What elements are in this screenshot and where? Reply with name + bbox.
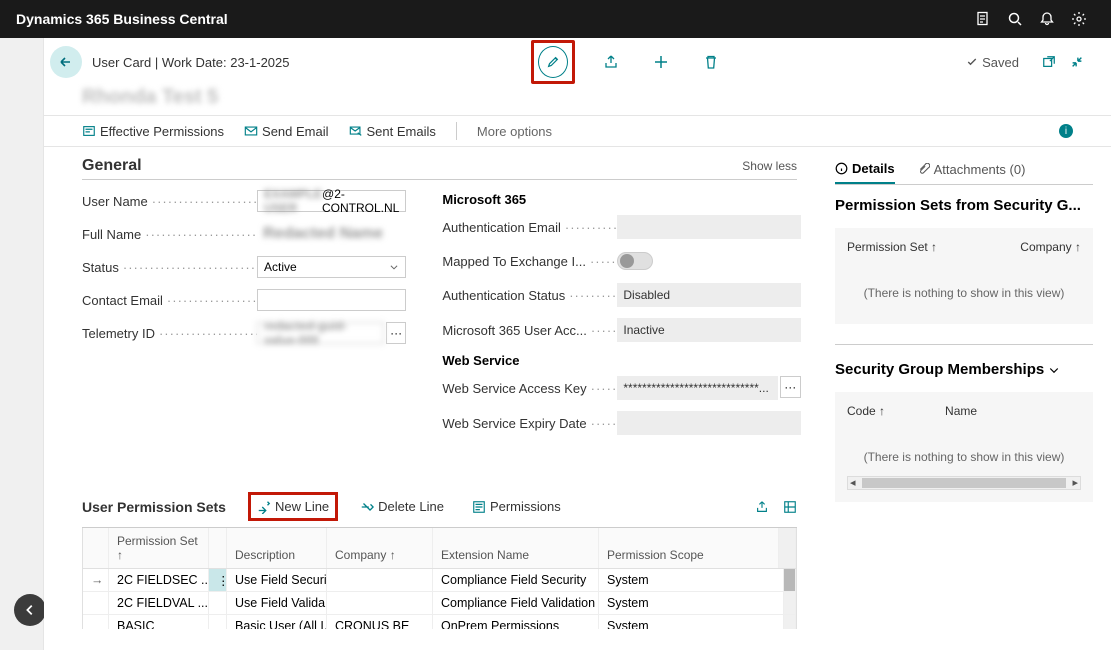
- col-scope[interactable]: Permission Scope: [599, 528, 779, 568]
- auth-email-field: [617, 215, 800, 239]
- saved-indicator: Saved: [966, 55, 1019, 70]
- col-description[interactable]: Description: [227, 528, 327, 568]
- mail-icon: [244, 124, 258, 138]
- send-email-button[interactable]: Send Email: [244, 124, 328, 139]
- sg-memberships-title[interactable]: Security Group Memberships: [835, 361, 1093, 378]
- share-grid-icon[interactable]: [755, 500, 769, 514]
- table-row[interactable]: →2C FIELDSEC ...⋮Use Field SecurityCompl…: [83, 569, 796, 592]
- collapse-icon[interactable]: [1063, 48, 1091, 76]
- perm-sg-empty: (There is nothing to show in this view): [847, 278, 1081, 312]
- more-options-button[interactable]: More options: [477, 124, 552, 139]
- telemetry-ellipsis-button[interactable]: ···: [386, 322, 406, 344]
- popout-icon[interactable]: [1035, 48, 1063, 76]
- general-title: General: [82, 157, 142, 175]
- company-col[interactable]: Company ↑: [1020, 240, 1081, 254]
- effective-permissions-button[interactable]: Effective Permissions: [82, 124, 224, 139]
- factbox-pane: Details Attachments (0) Permission Sets …: [825, 147, 1111, 629]
- perm-set-col[interactable]: Permission Set ↑: [847, 240, 937, 254]
- back-button[interactable]: [50, 46, 82, 78]
- mapped-label: Mapped To Exchange I...: [442, 254, 617, 269]
- delete-icon[interactable]: [697, 48, 725, 76]
- share-icon[interactable]: [597, 48, 625, 76]
- auth-status-label: Authentication Status: [442, 288, 617, 303]
- status-label: Status: [82, 260, 257, 275]
- col-extension[interactable]: Extension Name: [433, 528, 599, 568]
- delete-line-icon: [360, 500, 374, 514]
- ws-key-value: *****************************...: [617, 376, 777, 400]
- record-title: Rhonda Test 5: [44, 86, 1111, 115]
- page-header: User Card | Work Date: 23-1-2025 Saved: [44, 38, 1111, 86]
- action-bar: Effective Permissions Send Email Sent Em…: [44, 115, 1111, 147]
- sent-emails-button[interactable]: Sent Emails: [349, 124, 436, 139]
- ws-key-ellipsis-button[interactable]: ···: [780, 376, 801, 398]
- full-name-value: Redacted Name: [257, 225, 406, 243]
- new-line-icon: [257, 500, 271, 514]
- tab-attachments[interactable]: Attachments (0): [917, 157, 1026, 184]
- perm-from-sg-title: Permission Sets from Security G...: [835, 197, 1093, 214]
- mapped-toggle[interactable]: [617, 252, 653, 270]
- full-name-label: Full Name: [82, 227, 257, 242]
- ws-heading: Web Service: [442, 353, 800, 368]
- edit-button[interactable]: [538, 46, 568, 78]
- gear-icon[interactable]: [1063, 3, 1095, 35]
- bell-icon[interactable]: [1031, 3, 1063, 35]
- table-row[interactable]: 2C FIELDVAL ...Use Field Valida...Compli…: [83, 592, 796, 615]
- auth-status-value: Disabled: [617, 283, 800, 307]
- info-icon[interactable]: i: [1059, 124, 1073, 138]
- sg-memberships-box: Code ↑ Name (There is nothing to show in…: [835, 392, 1093, 502]
- edit-button-highlight: [531, 40, 575, 84]
- col-permission-set[interactable]: Permission Set ↑: [109, 528, 209, 568]
- ws-expiry-label: Web Service Expiry Date: [442, 416, 617, 431]
- search-icon[interactable]: [999, 3, 1031, 35]
- breadcrumb: User Card | Work Date: 23-1-2025: [92, 55, 290, 70]
- sent-mail-icon: [349, 124, 363, 138]
- perm-from-sg-box: Permission Set ↑ Company ↑ (There is not…: [835, 228, 1093, 324]
- ws-key-label: Web Service Access Key: [442, 381, 617, 396]
- auth-email-label: Authentication Email: [442, 220, 617, 235]
- telemetry-id-field[interactable]: redacted-guid-value-000: [257, 322, 384, 344]
- nav-rail: [0, 38, 44, 650]
- user-permission-sets-section: User Permission Sets New Line Delete Lin…: [82, 492, 797, 629]
- perm-title: User Permission Sets: [82, 499, 226, 515]
- user-name-label: User Name: [82, 194, 257, 209]
- telemetry-id-label: Telemetry ID: [82, 326, 257, 341]
- user-name-field[interactable]: EXAMPLE USER@2-CONTROL.NL: [257, 190, 406, 212]
- permission-grid: Permission Set ↑ Description Company ↑ E…: [82, 528, 797, 629]
- sg-empty: (There is nothing to show in this view): [847, 442, 1081, 476]
- tab-details[interactable]: Details: [835, 157, 895, 184]
- status-select[interactable]: Active: [257, 256, 406, 278]
- m365-heading: Microsoft 365: [442, 192, 800, 207]
- col-company[interactable]: Company ↑: [327, 528, 433, 568]
- expand-grid-icon[interactable]: [783, 500, 797, 514]
- show-less-button[interactable]: Show less: [742, 159, 797, 173]
- sg-name-col[interactable]: Name: [945, 404, 977, 418]
- app-title: Dynamics 365 Business Central: [16, 11, 228, 27]
- m365-user-label: Microsoft 365 User Acc...: [442, 323, 617, 338]
- contact-email-label: Contact Email: [82, 293, 257, 308]
- m365-user-value: Inactive: [617, 318, 800, 342]
- new-line-button[interactable]: New Line: [275, 499, 329, 514]
- sg-code-col[interactable]: Code ↑: [847, 404, 885, 418]
- add-icon[interactable]: [647, 48, 675, 76]
- main-panel: General Show less User Name EXAMPLE USER…: [44, 147, 825, 629]
- nav-back-fab[interactable]: [14, 594, 46, 626]
- header-actions: [531, 40, 725, 84]
- perm-list-icon: [472, 500, 486, 514]
- document-icon[interactable]: [967, 3, 999, 35]
- general-section-header: General Show less: [82, 157, 797, 180]
- new-line-button-highlight: New Line: [248, 492, 338, 521]
- topbar: Dynamics 365 Business Central: [0, 0, 1111, 38]
- contact-email-field[interactable]: [257, 289, 406, 311]
- table-row[interactable]: BASICBasic User (All I...CRONUS BEOnPrem…: [83, 615, 796, 629]
- ws-expiry-value: [617, 411, 800, 435]
- permissions-icon: [82, 124, 96, 138]
- delete-line-button[interactable]: Delete Line: [354, 495, 450, 518]
- page: User Card | Work Date: 23-1-2025 Saved R…: [44, 38, 1111, 650]
- permissions-button[interactable]: Permissions: [466, 495, 567, 518]
- horizontal-scrollbar[interactable]: [847, 476, 1081, 490]
